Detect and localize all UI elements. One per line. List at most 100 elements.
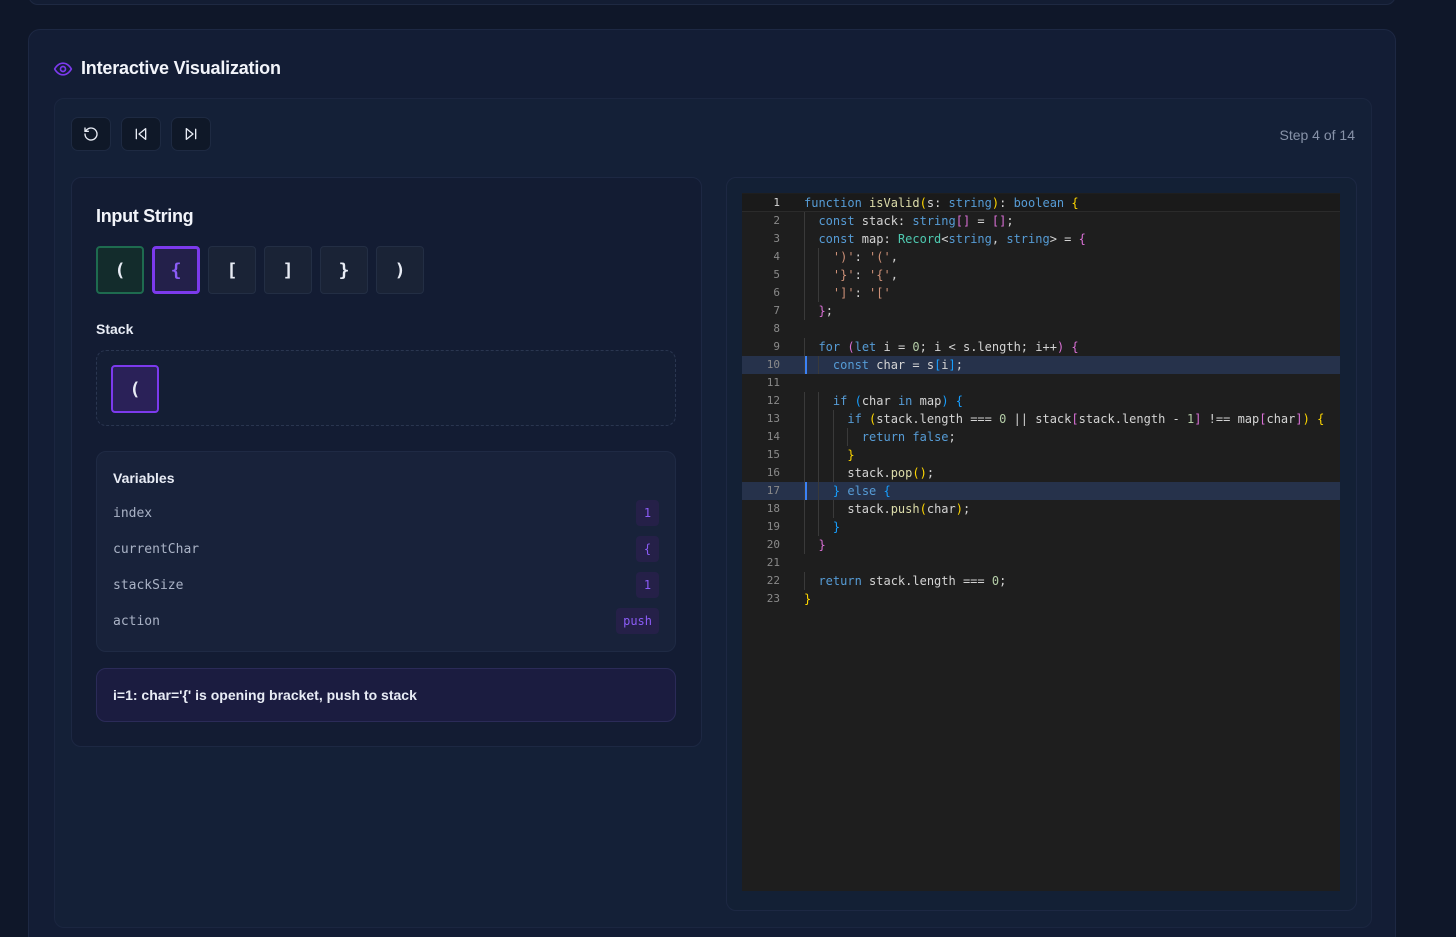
code-line: 6 ']': '[' xyxy=(742,284,1340,302)
code-line: 23} xyxy=(742,590,1340,608)
code-line: 15 } xyxy=(742,446,1340,464)
line-number: 4 xyxy=(773,250,780,263)
input-char: } xyxy=(320,246,368,294)
code-text: for (let i = 0; i < s.length; i++) { xyxy=(818,340,1079,354)
variable-value: push xyxy=(616,608,659,634)
code-line: 22 return stack.length === 0; xyxy=(742,572,1340,590)
input-char: [ xyxy=(208,246,256,294)
code-text: const map: Record<string, string> = { xyxy=(818,232,1086,246)
code-text: if (stack.length === 0 || stack[stack.le… xyxy=(847,412,1325,426)
line-number: 19 xyxy=(766,520,780,533)
input-char: { xyxy=(152,246,200,294)
code-text: const char = s[i]; xyxy=(832,358,963,372)
reset-button[interactable] xyxy=(71,117,111,151)
line-number: 1 xyxy=(773,196,780,209)
variable-value: 1 xyxy=(636,572,659,598)
line-number: 21 xyxy=(766,556,780,569)
state-card: Input String ({[]}) Stack ( Variables in… xyxy=(71,177,702,747)
skip-forward-icon xyxy=(185,127,197,140)
code-line: 9 for (let i = 0; i < s.length; i++) { xyxy=(742,338,1340,356)
code-text: '}': '{', xyxy=(832,268,898,282)
code-text: stack.push(char); xyxy=(804,502,971,516)
previous-panel-edge xyxy=(28,0,1396,5)
line-number: 16 xyxy=(766,466,780,479)
line-number: 7 xyxy=(773,304,780,317)
code-line: 10 const char = s[i]; xyxy=(742,356,1340,374)
input-char: ) xyxy=(376,246,424,294)
stack-item: ( xyxy=(111,365,159,413)
code-line: 2 const stack: string[] = []; xyxy=(742,212,1340,230)
code-text: } xyxy=(818,538,826,552)
visualization-panel: Interactive Visualization Step 4 of 14 I… xyxy=(28,29,1396,937)
line-number: 20 xyxy=(766,538,780,551)
code-line: 4 ')': '(', xyxy=(742,248,1340,266)
code-editor[interactable]: 1 function isValid(s: string): boolean {2… xyxy=(742,193,1340,891)
line-number: 14 xyxy=(766,430,780,443)
stack-label: Stack xyxy=(96,321,134,337)
variable-name: action xyxy=(113,613,160,629)
code-line: 5 '}': '{', xyxy=(742,266,1340,284)
playback-toolbar xyxy=(71,117,211,151)
step-back-button[interactable] xyxy=(121,117,161,151)
code-line: 17 } else { xyxy=(742,482,1340,500)
code-text: } xyxy=(832,520,841,534)
variable-value: 1 xyxy=(636,500,659,526)
line-number: 11 xyxy=(766,376,780,389)
code-line: 7 }; xyxy=(742,302,1340,320)
code-text: return false; xyxy=(861,430,956,444)
code-line: 21 xyxy=(742,554,1340,572)
skip-back-icon xyxy=(135,127,147,140)
line-number: 12 xyxy=(766,394,780,407)
line-number: 15 xyxy=(766,448,780,461)
code-line: 19 } xyxy=(742,518,1340,536)
code-text: } xyxy=(804,592,812,606)
step-message: i=1: char='{' is opening bracket, push t… xyxy=(96,668,676,722)
line-number: 18 xyxy=(766,502,780,515)
variable-row: stackSize 1 xyxy=(113,572,659,598)
panel-title: Interactive Visualization xyxy=(81,58,281,78)
line-number: 22 xyxy=(766,574,780,587)
line-number: 2 xyxy=(773,214,780,227)
input-char: ( xyxy=(96,246,144,294)
code-line: 13 if (stack.length === 0 || stack[stack… xyxy=(742,410,1340,428)
line-number: 8 xyxy=(773,322,780,335)
line-number: 9 xyxy=(773,340,780,353)
code-text: } xyxy=(847,448,855,462)
line-number: 23 xyxy=(766,592,780,605)
step-indicator: Step 4 of 14 xyxy=(1279,127,1355,143)
code-text: return stack.length === 0; xyxy=(818,574,1007,588)
step-forward-button[interactable] xyxy=(171,117,211,151)
input-string-title: Input String xyxy=(96,206,194,226)
code-line: 3 const map: Record<string, string> = { xyxy=(742,230,1340,248)
line-number: 5 xyxy=(773,268,780,281)
visualizer-container: Step 4 of 14 Input String ({[]}) Stack (… xyxy=(54,98,1372,928)
code-line: 12 if (char in map) { xyxy=(742,392,1340,410)
variables-title: Variables xyxy=(113,470,175,486)
code-line: 1 function isValid(s: string): boolean { xyxy=(742,194,1340,212)
input-char: ] xyxy=(264,246,312,294)
code-line: 8 xyxy=(742,320,1340,338)
code-panel: 1 function isValid(s: string): boolean {2… xyxy=(726,177,1357,911)
code-line: 14 return false; xyxy=(742,428,1340,446)
code-line: 11 xyxy=(742,374,1340,392)
line-number: 10 xyxy=(766,358,780,371)
panel-header: Interactive Visualization xyxy=(53,58,281,79)
code-text: stack.pop(); xyxy=(804,466,935,480)
variable-value: { xyxy=(636,536,659,562)
line-number: 17 xyxy=(766,484,780,497)
code-line: 18 stack.push(char); xyxy=(742,500,1340,518)
input-chars: ({[]}) xyxy=(96,246,424,294)
line-number: 6 xyxy=(773,286,780,299)
stack-area: ( xyxy=(96,350,676,426)
code-text: ']': '[' xyxy=(832,286,891,300)
variable-name: stackSize xyxy=(113,577,184,593)
variables-panel: Variables index 1 currentChar { stackSiz… xyxy=(96,451,676,652)
variable-name: currentChar xyxy=(113,541,200,557)
line-number: 3 xyxy=(773,232,780,245)
code-line: 16 stack.pop(); xyxy=(742,464,1340,482)
variable-row: index 1 xyxy=(113,500,659,526)
code-text: } else { xyxy=(832,484,891,498)
code-text: }; xyxy=(818,304,833,318)
code-text: if (char in map) { xyxy=(832,394,964,408)
variable-row: currentChar { xyxy=(113,536,659,562)
